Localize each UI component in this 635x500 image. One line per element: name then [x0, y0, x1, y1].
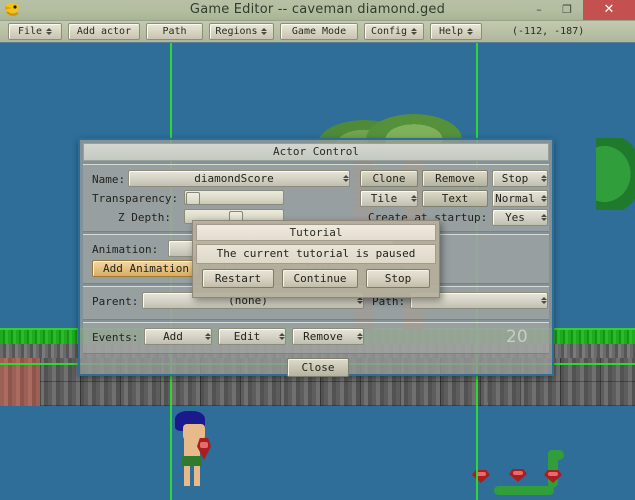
chevron-updown-icon[interactable] — [540, 192, 547, 205]
chevron-updown-icon[interactable] — [540, 211, 547, 224]
normal-select-value: Normal — [495, 192, 535, 205]
menu-item-regions[interactable]: Regions — [209, 23, 274, 40]
menu-item-file[interactable]: File — [8, 23, 62, 40]
parent-label: Parent: — [92, 295, 139, 308]
menu-label: File — [17, 26, 43, 37]
events-remove-select[interactable]: Remove — [292, 328, 364, 345]
menu-label: Path — [162, 26, 187, 37]
menu-label: Regions — [215, 26, 258, 37]
chevron-updown-icon[interactable] — [342, 172, 349, 185]
titlebar[interactable]: Game Editor -- caveman diamond.ged – ❐ ✕ — [0, 0, 635, 21]
bush-right — [596, 138, 635, 210]
events-edit-select[interactable]: Edit — [218, 328, 286, 345]
tutorial-message: The current tutorial is paused — [196, 244, 436, 264]
caveman-loincloth — [182, 456, 202, 466]
close-button[interactable]: Close — [287, 358, 349, 377]
menu-item-path[interactable]: Path — [146, 23, 203, 40]
remove-actor-button[interactable]: Remove — [422, 170, 488, 187]
tutorial-restart-button[interactable]: Restart — [202, 269, 274, 288]
stop-select[interactable]: Stop — [492, 170, 548, 187]
menu-item-game-mode[interactable]: Game Mode — [280, 23, 358, 40]
tile-select-value: Tile — [370, 192, 398, 205]
events-add-value: Add — [163, 330, 183, 343]
events-label: Events: — [92, 331, 139, 344]
tutorial-dialog[interactable]: Tutorial The current tutorial is paused … — [192, 220, 440, 298]
chevron-updown-icon[interactable] — [261, 25, 268, 38]
menubar: File Add actor Path Regions Game Mode Co… — [0, 20, 635, 43]
tutorial-stop-button[interactable]: Stop — [366, 269, 430, 288]
snake-body — [494, 486, 554, 495]
tile-select[interactable]: Tile — [360, 190, 418, 207]
menu-item-config[interactable]: Config — [364, 23, 424, 40]
chevron-updown-icon[interactable] — [410, 192, 417, 205]
stop-select-value: Stop — [501, 172, 529, 185]
create-at-startup-select[interactable]: Yes — [492, 209, 548, 226]
diamond-3 — [544, 470, 562, 483]
menu-label: Help — [438, 26, 464, 37]
snake-head — [548, 450, 564, 460]
chevron-updown-icon[interactable] — [540, 172, 547, 185]
chevron-updown-icon[interactable] — [356, 330, 363, 343]
text-button[interactable]: Text — [422, 190, 488, 207]
score-display: 20 — [506, 327, 528, 347]
ground-brick-red — [0, 358, 40, 406]
menu-label: Add actor — [76, 26, 132, 37]
name-field[interactable]: diamondScore — [128, 170, 350, 187]
chevron-updown-icon[interactable] — [540, 294, 547, 307]
menu-item-add-actor[interactable]: Add actor — [68, 23, 140, 40]
actor-control-title: Actor Control — [83, 143, 549, 161]
menu-item-help[interactable]: Help — [430, 23, 482, 40]
events-edit-value: Edit — [233, 330, 261, 343]
name-field-value: diamondScore — [194, 172, 274, 185]
animation-label: Animation: — [92, 243, 159, 256]
app-root: Actor Control Name: diamondScore Transpa… — [0, 0, 635, 500]
events-add-select[interactable]: Add — [144, 328, 212, 345]
tutorial-title: Tutorial — [196, 224, 436, 241]
chevron-updown-icon[interactable] — [466, 25, 473, 38]
caveman-leg-right — [194, 466, 200, 486]
tutorial-continue-button[interactable]: Continue — [282, 269, 358, 288]
z-depth-label: Z Depth: — [118, 211, 171, 224]
caveman-leg-left — [184, 466, 190, 486]
transparency-label: Transparency: — [92, 192, 179, 205]
transparency-slider[interactable] — [184, 190, 284, 205]
create-at-startup-value: Yes — [505, 211, 525, 224]
name-label: Name: — [92, 173, 126, 186]
diamond-2 — [509, 469, 527, 482]
chevron-updown-icon[interactable] — [278, 330, 285, 343]
close-window-button[interactable]: ✕ — [583, 0, 635, 20]
chevron-updown-icon[interactable] — [410, 25, 417, 38]
normal-select[interactable]: Normal — [492, 190, 548, 207]
maximize-button[interactable]: ❐ — [553, 0, 581, 20]
menu-label: Game Mode — [291, 26, 347, 37]
cursor-coordinates: (-112, -187) — [512, 26, 585, 37]
transparency-slider-knob[interactable] — [186, 192, 200, 205]
chevron-updown-icon[interactable] — [204, 330, 211, 343]
diamond-1 — [472, 470, 490, 483]
chevron-updown-icon[interactable] — [45, 25, 52, 38]
menu-label: Config — [370, 26, 408, 37]
minimize-button[interactable]: – — [525, 0, 553, 20]
events-remove-value: Remove — [303, 330, 343, 343]
add-animation-button[interactable]: Add Animation — [92, 260, 200, 277]
clone-button[interactable]: Clone — [360, 170, 418, 187]
